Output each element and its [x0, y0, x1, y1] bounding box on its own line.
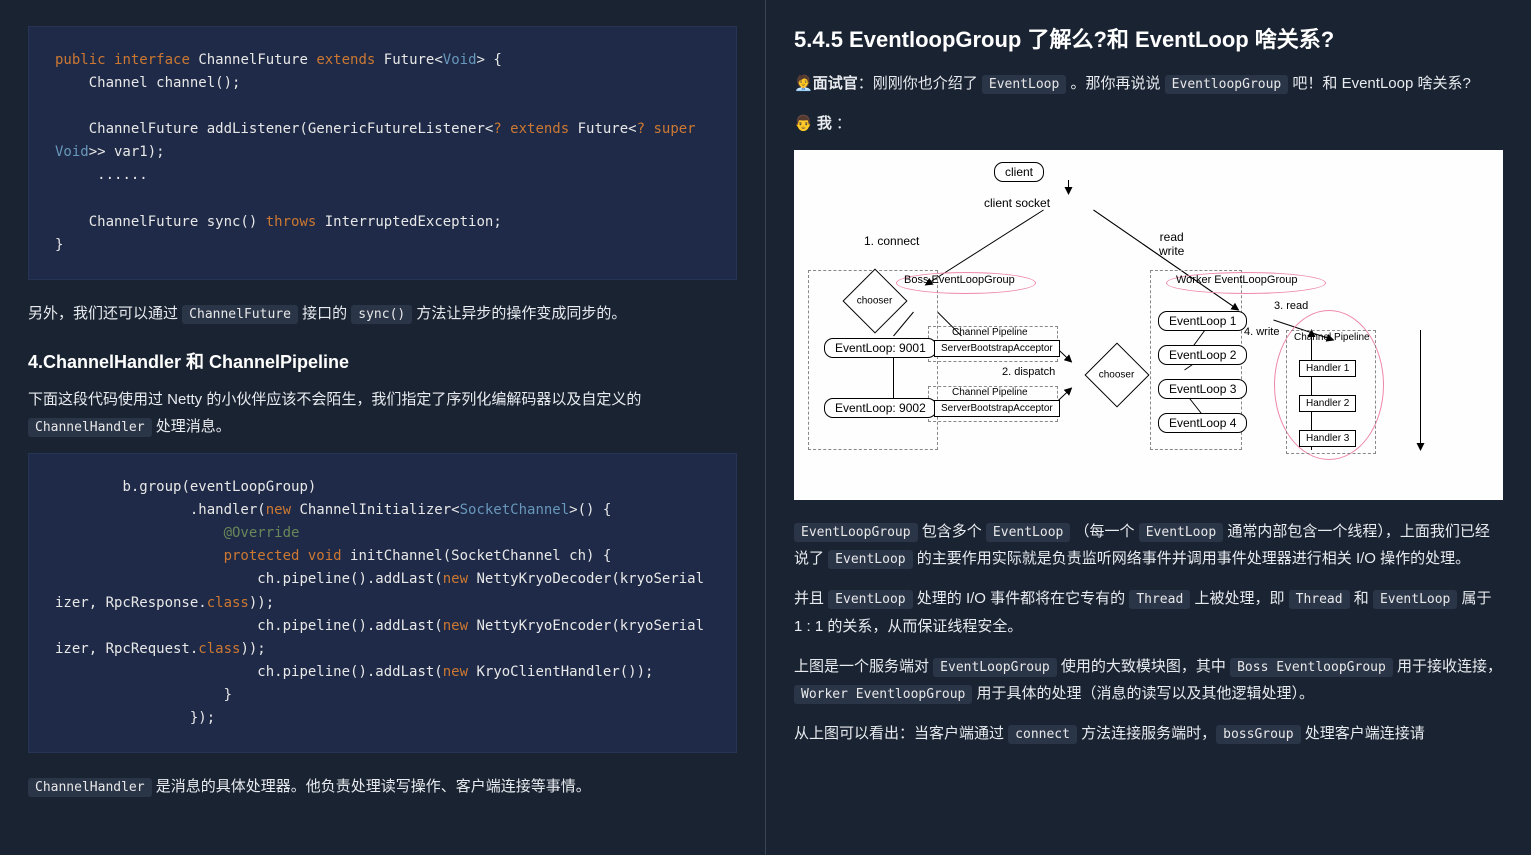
me-icon: 👨 [794, 115, 813, 132]
paragraph-thread-rel: 并且 EventLoop 处理的 I/O 事件都将在它专有的 Thread 上被… [794, 585, 1503, 641]
paragraph-diagram-desc: 上图是一个服务端对 EventLoopGroup 使用的大致模块图，其中 Bos… [794, 653, 1503, 709]
paragraph-handler-intro: 下面这段代码使用过 Netty 的小伙伴应该不会陌生，我们指定了序列化编解码器以… [28, 386, 737, 442]
heading-eventloopgroup: 5.4.5 EventloopGroup 了解么?和 EventLoop 啥关系… [794, 22, 1503, 54]
paragraph-sync: 另外，我们还可以通过 ChannelFuture 接口的 sync() 方法让异… [28, 300, 737, 328]
interviewer-icon: 🧑‍💼 [794, 75, 813, 92]
heading-channelhandler: 4.ChannelHandler 和 ChannelPipeline [28, 348, 737, 374]
paragraph-elg-contains: EventLoopGroup 包含多个 EventLoop （每一个 Event… [794, 518, 1503, 574]
me-line: 👨 我 ： [794, 110, 1503, 138]
interviewer-line: 🧑‍💼面试官：刚刚你也介绍了 EventLoop 。那你再说说 Eventloo… [794, 70, 1503, 98]
eventloop-diagram: client client socket 1. connect read wri… [794, 150, 1503, 500]
code-block-handler: b.group(eventLoopGroup) .handler(new Cha… [28, 453, 737, 753]
paragraph-handler-desc: ChannelHandler 是消息的具体处理器。他负责处理读写操作、客户端连接… [28, 773, 737, 801]
paragraph-connect: 从上图可以看出：当客户端通过 connect 方法连接服务端时，bossGrou… [794, 720, 1503, 748]
left-column: public interface ChannelFuture extends F… [0, 0, 766, 855]
right-column: 5.4.5 EventloopGroup 了解么?和 EventLoop 啥关系… [766, 0, 1531, 855]
code-block-channelfuture: public interface ChannelFuture extends F… [28, 26, 737, 280]
